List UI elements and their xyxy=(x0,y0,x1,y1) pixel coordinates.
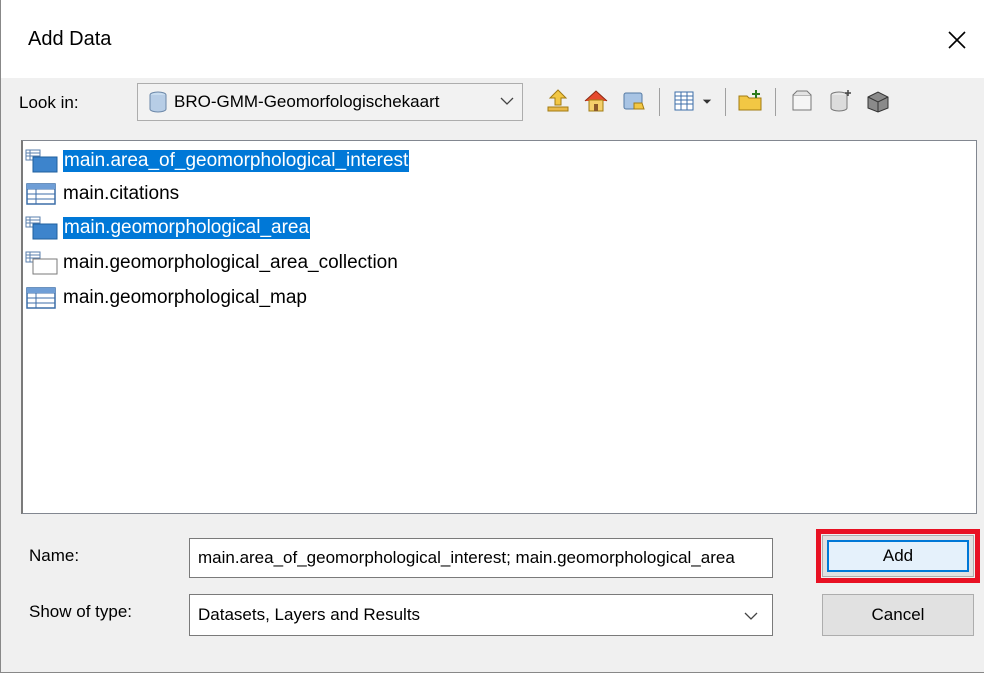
home-icon xyxy=(584,90,608,112)
table-icon xyxy=(26,286,56,309)
show-of-type-combobox[interactable]: Datasets, Layers and Results xyxy=(189,594,773,636)
new-folder-button[interactable] xyxy=(733,84,767,118)
polygon-layer-icon xyxy=(25,251,58,274)
new-toolbox-icon xyxy=(867,91,889,113)
list-view-icon xyxy=(674,91,694,111)
list-item-label: main.geomorphological_area_collection xyxy=(63,251,398,273)
look-in-combobox[interactable]: BRO-GMM-Geomorfologischekaart xyxy=(137,83,523,121)
chevron-down-icon[interactable] xyxy=(744,611,758,621)
add-button-label: Add xyxy=(882,546,914,565)
title-bar: Add Data xyxy=(1,0,984,78)
chevron-down-icon[interactable] xyxy=(500,96,514,106)
cancel-button[interactable]: Cancel xyxy=(822,594,974,636)
dialog-title: Add Data xyxy=(28,28,112,50)
new-file-button[interactable] xyxy=(785,84,819,118)
new-file-icon xyxy=(792,90,812,111)
new-toolbox-button[interactable] xyxy=(861,84,895,118)
look-in-value: BRO-GMM-Geomorfologischekaart xyxy=(174,92,440,111)
list-item-label: main.geomorphological_area xyxy=(63,216,311,239)
add-button[interactable]: Add xyxy=(822,535,974,577)
connect-folder-icon xyxy=(623,92,645,110)
database-icon xyxy=(149,91,167,113)
list-item-geomorphological-map[interactable]: main.geomorphological_map xyxy=(25,281,307,314)
list-view-button[interactable] xyxy=(667,84,701,118)
view-dropdown-button[interactable] xyxy=(697,84,717,118)
toolbar xyxy=(541,84,981,120)
list-item-area-of-geomorphological-interest[interactable]: main.area_of_geomorphological_interest xyxy=(25,144,410,177)
new-geodatabase-icon xyxy=(830,90,851,112)
list-item-label: main.citations xyxy=(63,182,180,204)
add-data-dialog: Add Data Look in: BRO-GMM-Geomorfologisc… xyxy=(0,0,984,673)
connect-folder-button[interactable] xyxy=(617,84,651,118)
close-icon xyxy=(948,31,966,49)
add-button-face[interactable]: Add xyxy=(827,540,969,572)
list-item-label: main.geomorphological_map xyxy=(63,286,307,308)
list-item-geomorphological-area-collection[interactable]: main.geomorphological_area_collection xyxy=(25,246,398,279)
cancel-button-label: Cancel xyxy=(871,605,925,624)
name-field[interactable]: main.area_of_geomorphological_interest; … xyxy=(189,538,773,578)
view-dropdown-icon xyxy=(702,99,712,104)
polygon-layer-icon xyxy=(25,216,58,239)
home-button[interactable] xyxy=(579,84,613,118)
name-label: Name: xyxy=(29,546,80,565)
list-item-citations[interactable]: main.citations xyxy=(25,177,179,210)
polygon-layer-icon xyxy=(25,149,58,172)
close-button[interactable] xyxy=(939,22,975,58)
up-one-level-icon xyxy=(547,89,569,112)
new-geodatabase-button[interactable] xyxy=(823,84,857,118)
table-icon xyxy=(26,182,56,205)
look-in-label: Look in: xyxy=(19,93,79,112)
list-item-geomorphological-area[interactable]: main.geomorphological_area xyxy=(25,211,311,244)
new-folder-icon xyxy=(738,90,762,111)
contents-list[interactable]: main.area_of_geomorphological_interest m… xyxy=(21,140,977,514)
show-of-type-label: Show of type: xyxy=(29,602,133,621)
list-item-label: main.area_of_geomorphological_interest xyxy=(63,149,410,172)
show-of-type-value: Datasets, Layers and Results xyxy=(198,605,421,624)
up-one-level-button[interactable] xyxy=(541,84,575,118)
